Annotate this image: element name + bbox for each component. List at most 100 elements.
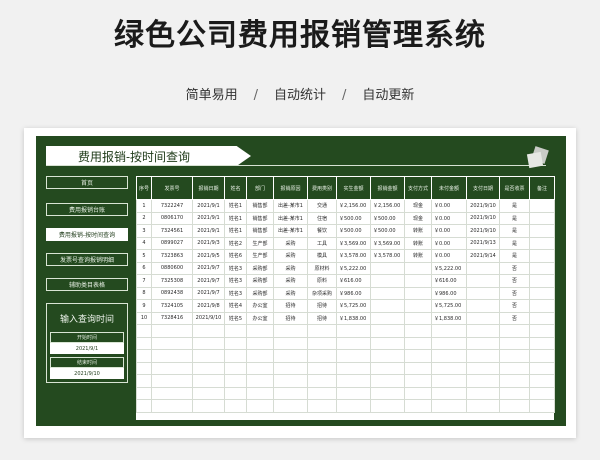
table-cell[interactable] xyxy=(529,336,555,350)
table-cell[interactable]: 交通 xyxy=(307,199,337,213)
table-cell[interactable] xyxy=(431,399,467,413)
table-cell[interactable] xyxy=(151,336,193,350)
table-cell[interactable]: 采购 xyxy=(273,249,308,263)
table-cell[interactable] xyxy=(499,324,530,338)
table-cell[interactable] xyxy=(529,311,555,325)
table-cell[interactable]: 是 xyxy=(499,211,530,225)
table-cell[interactable]: 采购部 xyxy=(246,286,274,300)
table-cell[interactable] xyxy=(224,374,247,388)
table-cell[interactable]: 7328416 xyxy=(151,311,193,325)
table-cell[interactable]: 8 xyxy=(136,286,152,300)
table-cell[interactable]: ￥616.00 xyxy=(431,274,467,288)
table-cell[interactable]: 0892438 xyxy=(151,286,193,300)
table-cell[interactable] xyxy=(529,224,555,238)
table-cell[interactable] xyxy=(370,286,405,300)
table-cell[interactable] xyxy=(370,311,405,325)
table-cell[interactable]: ￥500.00 xyxy=(336,211,371,225)
table-cell[interactable] xyxy=(404,374,432,388)
table-cell[interactable] xyxy=(273,324,308,338)
empty-table-row[interactable] xyxy=(136,361,555,375)
table-cell[interactable]: ￥3,569.00 xyxy=(370,236,405,250)
table-cell[interactable] xyxy=(466,374,500,388)
table-cell[interactable] xyxy=(246,349,274,363)
table-cell[interactable]: 姓名5 xyxy=(224,311,247,325)
table-cell[interactable] xyxy=(136,399,152,413)
table-cell[interactable] xyxy=(336,386,371,400)
table-cell[interactable] xyxy=(466,336,500,350)
table-cell[interactable] xyxy=(466,386,500,400)
table-cell[interactable]: 姓名1 xyxy=(224,211,247,225)
table-cell[interactable]: 2021/9/10 xyxy=(466,199,500,213)
table-cell[interactable] xyxy=(370,299,405,313)
table-cell[interactable]: 2021/9/1 xyxy=(192,211,225,225)
table-cell[interactable] xyxy=(151,349,193,363)
table-cell[interactable]: 转账 xyxy=(404,236,432,250)
table-cell[interactable]: ￥5,222.00 xyxy=(336,261,371,275)
table-cell[interactable]: 0806170 xyxy=(151,211,193,225)
table-cell[interactable] xyxy=(192,361,225,375)
table-row[interactable]: 4 0899027 2021/9/3 姓名2 生产部 采购 工具 ￥3,569.00 ￥3,56… xyxy=(136,236,555,250)
table-cell[interactable]: 工具 xyxy=(307,236,337,250)
table-cell[interactable]: 7 xyxy=(136,274,152,288)
table-cell[interactable] xyxy=(466,324,500,338)
table-cell[interactable] xyxy=(466,349,500,363)
table-cell[interactable]: 现金 xyxy=(404,199,432,213)
table-cell[interactable] xyxy=(336,361,371,375)
table-cell[interactable]: 采购部 xyxy=(246,261,274,275)
table-cell[interactable]: 7324105 xyxy=(151,299,193,313)
table-cell[interactable]: ￥3,578.00 xyxy=(370,249,405,263)
table-cell[interactable] xyxy=(192,349,225,363)
table-cell[interactable]: 是 xyxy=(499,224,530,238)
table-cell[interactable] xyxy=(224,399,247,413)
table-cell[interactable] xyxy=(136,386,152,400)
table-cell[interactable] xyxy=(499,386,530,400)
table-cell[interactable]: 招待 xyxy=(307,311,337,325)
table-cell[interactable]: 采购 xyxy=(273,236,308,250)
table-cell[interactable] xyxy=(466,311,500,325)
table-cell[interactable]: ￥3,569.00 xyxy=(336,236,371,250)
table-cell[interactable] xyxy=(246,361,274,375)
table-row[interactable]: 9 7324105 2021/9/8 姓名4 办公室 招待 招待 ￥5,725.00 ￥5,72… xyxy=(136,299,555,313)
table-cell[interactable]: ￥500.00 xyxy=(370,224,405,238)
table-cell[interactable] xyxy=(499,336,530,350)
table-cell[interactable] xyxy=(404,336,432,350)
table-cell[interactable]: ￥2,156.00 xyxy=(336,199,371,213)
table-cell[interactable]: 现金 xyxy=(404,211,432,225)
table-cell[interactable]: 办公室 xyxy=(246,311,274,325)
table-cell[interactable] xyxy=(499,399,530,413)
table-cell[interactable]: ￥1,838.00 xyxy=(336,311,371,325)
table-cell[interactable]: 2021/9/1 xyxy=(192,199,225,213)
table-cell[interactable]: 10 xyxy=(136,311,152,325)
table-cell[interactable] xyxy=(192,386,225,400)
table-cell[interactable]: ￥2,156.00 xyxy=(370,199,405,213)
table-cell[interactable] xyxy=(404,261,432,275)
table-cell[interactable] xyxy=(529,324,555,338)
table-cell[interactable] xyxy=(370,324,405,338)
table-row[interactable]: 8 0892438 2021/9/7 姓名3 采购部 采购 杂项采购 ￥986.00 ￥986.… xyxy=(136,286,555,300)
table-cell[interactable]: ￥5,222.00 xyxy=(431,261,467,275)
table-cell[interactable] xyxy=(307,361,337,375)
table-cell[interactable]: 招待 xyxy=(273,299,308,313)
table-cell[interactable]: 招待 xyxy=(307,299,337,313)
table-cell[interactable]: 出差-某市1 xyxy=(273,211,308,225)
table-cell[interactable]: 姓名4 xyxy=(224,299,247,313)
table-cell[interactable] xyxy=(224,349,247,363)
table-cell[interactable] xyxy=(466,274,500,288)
empty-table-row[interactable] xyxy=(136,399,555,413)
table-cell[interactable]: 2021/9/10 xyxy=(192,311,225,325)
table-cell[interactable] xyxy=(529,249,555,263)
end-date-input[interactable]: 2021/9/10 xyxy=(50,368,124,379)
table-cell[interactable]: 7324561 xyxy=(151,224,193,238)
table-cell[interactable] xyxy=(466,299,500,313)
table-cell[interactable]: 2021/9/8 xyxy=(192,299,225,313)
empty-table-row[interactable] xyxy=(136,349,555,363)
table-cell[interactable] xyxy=(466,361,500,375)
empty-table-row[interactable] xyxy=(136,374,555,388)
table-row[interactable]: 5 7323863 2021/9/5 姓名6 生产部 采购 模具 ￥3,578.00 ￥3,57… xyxy=(136,249,555,263)
table-cell[interactable] xyxy=(224,386,247,400)
table-cell[interactable]: 2021/9/10 xyxy=(466,211,500,225)
table-cell[interactable]: 销售部 xyxy=(246,199,274,213)
table-cell[interactable]: ￥986.00 xyxy=(431,286,467,300)
table-cell[interactable] xyxy=(151,374,193,388)
table-cell[interactable] xyxy=(466,286,500,300)
